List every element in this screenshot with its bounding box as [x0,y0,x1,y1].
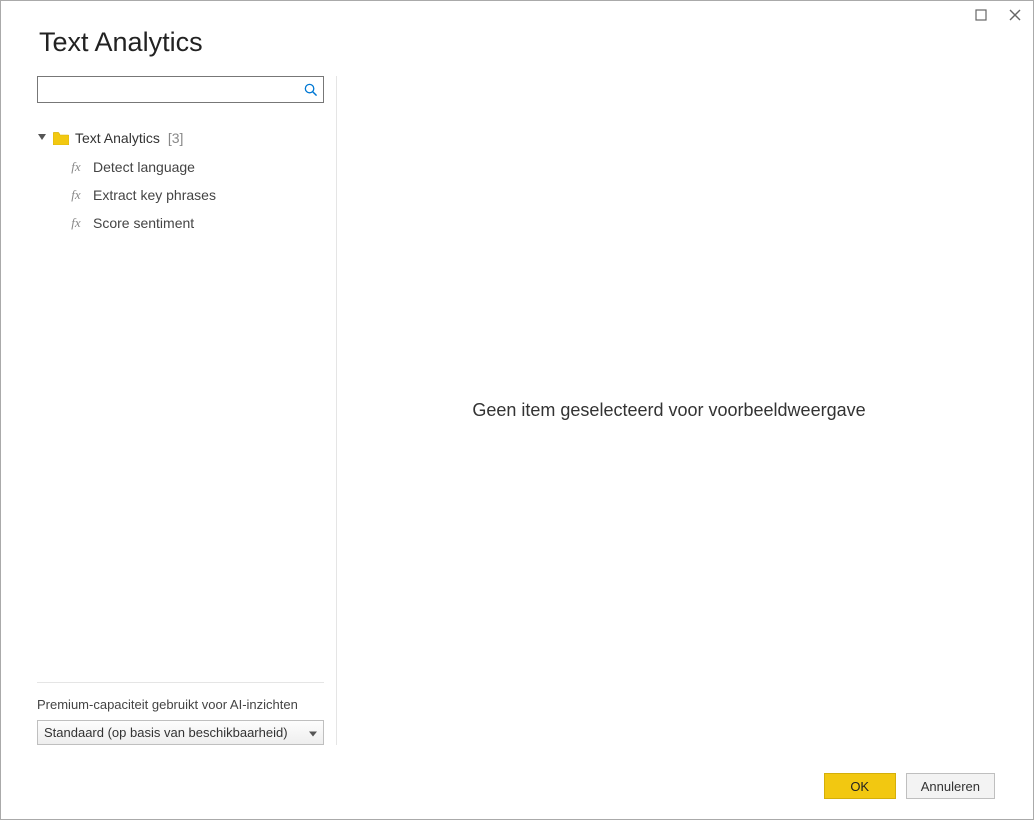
tree-item-detect-language[interactable]: fx Detect language [67,153,324,181]
search-input[interactable] [38,77,323,102]
search-box[interactable] [37,76,324,103]
premium-capacity-label: Premium-capaciteit gebruikt voor AI-inzi… [37,697,324,712]
combo-value: Standaard (op basis van beschikbaarheid) [44,725,288,740]
dialog-title: Text Analytics [39,27,1001,58]
function-tree: Text Analytics [3] fx Detect language fx… [37,125,324,674]
fx-icon: fx [67,159,85,175]
dialog-button-bar: OK Annuleren [37,745,1001,799]
chevron-down-icon [37,133,47,143]
preview-empty-message: Geen item geselecteerd voor voorbeeldwee… [472,400,865,421]
sidebar: Text Analytics [3] fx Detect language fx… [37,76,337,745]
tree-item-label: Detect language [93,159,195,175]
cancel-button[interactable]: Annuleren [906,773,995,799]
text-analytics-dialog: Text Analytics [0,0,1034,820]
ok-button[interactable]: OK [824,773,896,799]
preview-pane: Geen item geselecteerd voor voorbeeldwee… [337,76,1001,745]
premium-capacity-select[interactable]: Standaard (op basis van beschikbaarheid) [37,720,324,745]
tree-folder-text-analytics[interactable]: Text Analytics [3] [37,125,324,151]
tree-item-extract-key-phrases[interactable]: fx Extract key phrases [67,181,324,209]
tree-item-label: Score sentiment [93,215,194,231]
folder-icon [53,132,69,145]
fx-icon: fx [67,215,85,231]
caret-down-icon [309,725,317,740]
sidebar-footer: Premium-capaciteit gebruikt voor AI-inzi… [37,682,324,745]
fx-icon: fx [67,187,85,203]
tree-folder-label: Text Analytics [75,130,160,146]
tree-item-label: Extract key phrases [93,187,216,203]
tree-folder-count: [3] [168,130,184,146]
tree-item-score-sentiment[interactable]: fx Score sentiment [67,209,324,237]
